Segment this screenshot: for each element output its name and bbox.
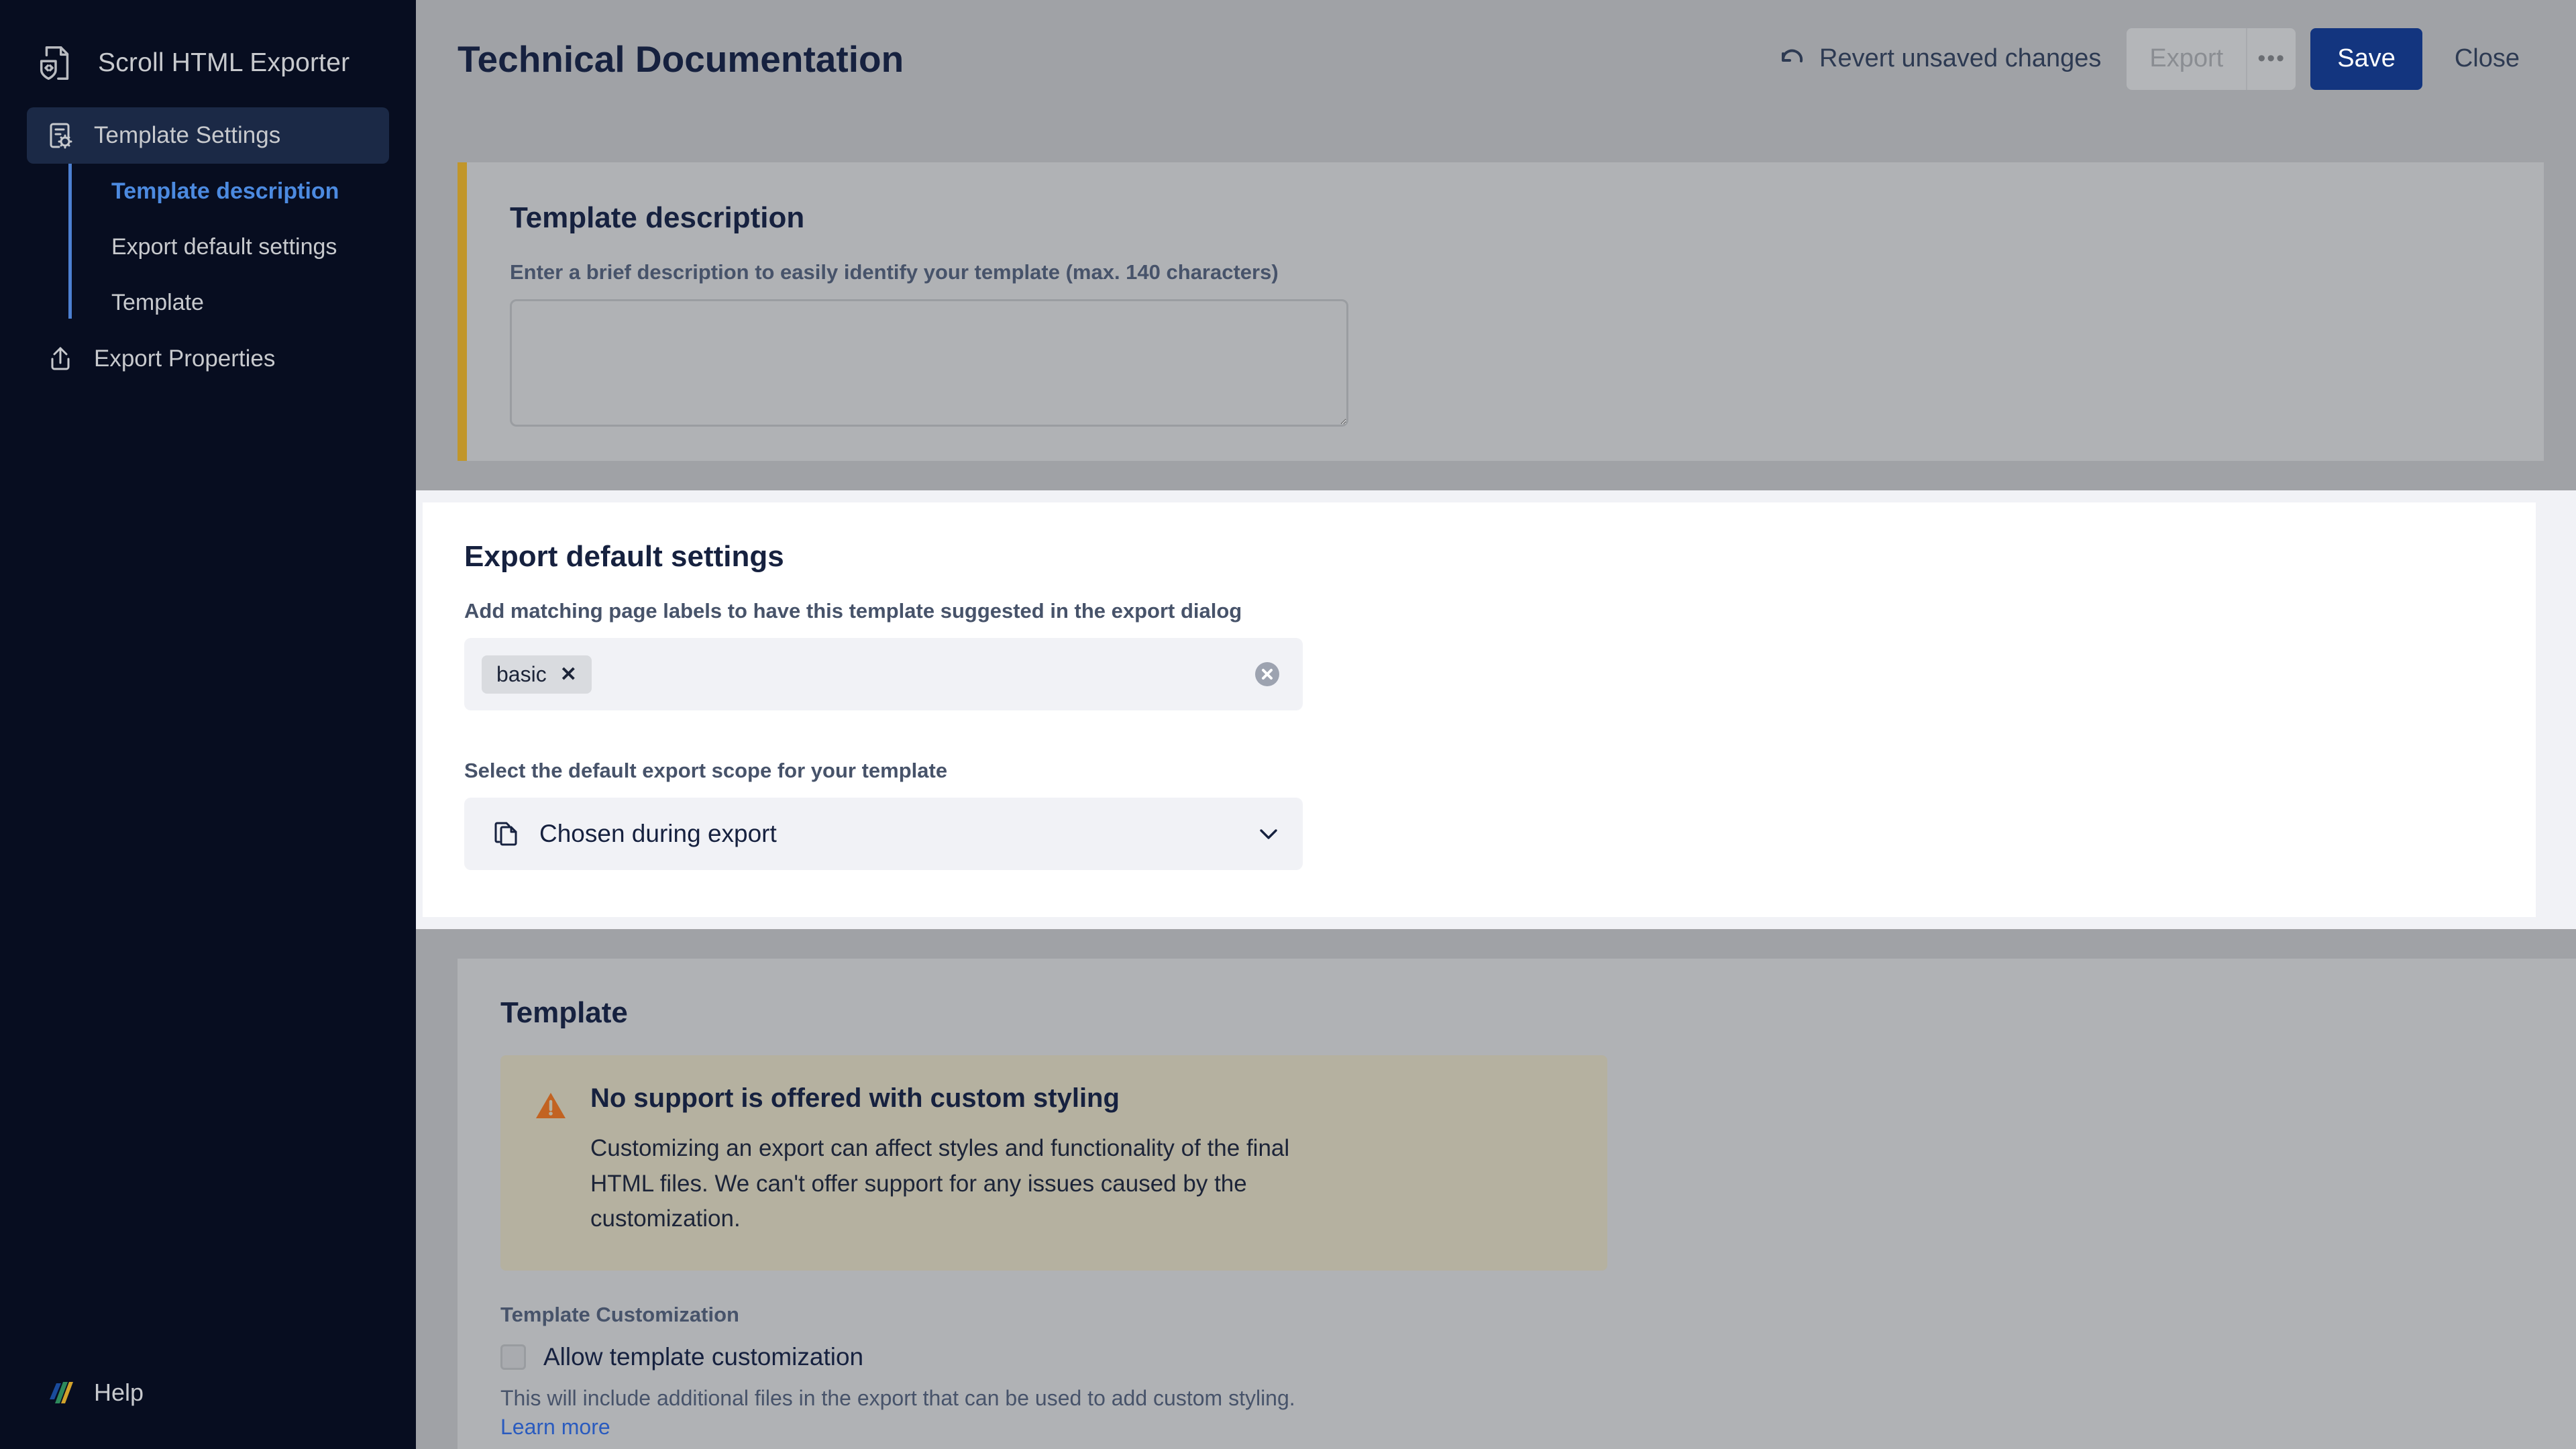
settings-content: Template description Enter a brief descr… <box>416 162 2576 1449</box>
page-title: Technical Documentation <box>458 38 904 80</box>
k15t-logo-icon <box>40 1375 75 1410</box>
sidebar-item-template-settings[interactable]: Template Settings <box>27 107 389 164</box>
template-card: Template No support is offered with cust… <box>458 959 2576 1449</box>
customization-help-text: This will include additional files in th… <box>500 1385 1295 1410</box>
sidebar-item-template[interactable]: Template <box>68 275 389 331</box>
export-upload-icon <box>44 343 76 375</box>
custom-styling-warning: No support is offered with custom stylin… <box>500 1055 1607 1271</box>
more-options-button[interactable]: ••• <box>2246 28 2296 90</box>
sidebar-subnav: Template description Export default sett… <box>68 164 389 331</box>
close-button[interactable]: Close <box>2434 28 2540 90</box>
brand-title: Scroll HTML Exporter <box>98 48 350 77</box>
sidebar-item-label: Template Settings <box>94 122 281 148</box>
sidebar-item-template-description[interactable]: Template description <box>68 164 389 219</box>
help-label: Help <box>94 1379 144 1406</box>
template-description-card: Template description Enter a brief descr… <box>458 162 2544 461</box>
template-description-field-label: Enter a brief description to easily iden… <box>510 260 1279 284</box>
tag-basic[interactable]: basic ✕ <box>482 655 592 694</box>
panel-spacer <box>464 710 2536 759</box>
export-default-settings-panel: Export default settings Add matching pag… <box>416 490 2576 929</box>
template-description-title: Template description <box>510 201 805 234</box>
document-shield-code-icon <box>35 42 76 84</box>
app-root: Scroll HTML Exporter Template Settings T… <box>0 0 2576 1449</box>
undo-arrow-icon <box>1778 45 1806 73</box>
revert-unsaved-changes-button[interactable]: Revert unsaved changes <box>1752 44 2127 73</box>
sidebar: Scroll HTML Exporter Template Settings T… <box>0 0 416 1449</box>
document-gear-icon <box>44 119 76 152</box>
template-description-input[interactable] <box>510 299 1348 427</box>
export-scope-field-label: Select the default export scope for your… <box>464 759 948 782</box>
tag-remove-icon[interactable]: ✕ <box>560 663 577 686</box>
template-section-title: Template <box>500 996 628 1029</box>
learn-more-link[interactable]: Learn more <box>500 1415 610 1439</box>
export-scope-select[interactable]: Chosen during export <box>464 798 1303 870</box>
help-button[interactable]: Help <box>0 1375 416 1449</box>
export-default-settings-inner: Export default settings Add matching pag… <box>423 502 2536 917</box>
tag-label: basic <box>496 661 547 686</box>
export-scope-value: Chosen during export <box>539 820 777 847</box>
save-button[interactable]: Save <box>2310 28 2422 90</box>
sidebar-nav: Template Settings Template description E… <box>0 94 416 387</box>
warning-title: No support is offered with custom stylin… <box>590 1083 1120 1113</box>
pages-copy-icon <box>491 819 521 849</box>
export-default-settings-title: Export default settings <box>464 540 784 573</box>
brand: Scroll HTML Exporter <box>0 0 416 94</box>
allow-template-customization-row[interactable]: Allow template customization <box>500 1343 2576 1371</box>
revert-label: Revert unsaved changes <box>1819 44 2102 72</box>
page-labels-input[interactable]: basic ✕ <box>464 638 1303 710</box>
warning-text-block: No support is offered with custom stylin… <box>590 1083 1342 1237</box>
allow-template-customization-label: Allow template customization <box>543 1342 864 1371</box>
top-bar-actions: Revert unsaved changes Export ••• Save C… <box>1752 28 2540 90</box>
template-customization-label: Template Customization <box>500 1302 739 1326</box>
allow-template-customization-checkbox[interactable] <box>500 1344 526 1370</box>
main-area: Technical Documentation Revert unsaved c… <box>416 0 2576 1449</box>
warning-triangle-icon <box>534 1089 568 1122</box>
top-bar: Technical Documentation Revert unsaved c… <box>416 0 2576 117</box>
sidebar-item-export-properties[interactable]: Export Properties <box>27 331 389 387</box>
chevron-down-icon <box>1256 821 1281 847</box>
sidebar-item-export-default-settings[interactable]: Export default settings <box>68 219 389 275</box>
clear-circle-icon[interactable] <box>1252 659 1283 690</box>
page-labels-field-label: Add matching page labels to have this te… <box>464 599 1242 623</box>
warning-body: Customizing an export can affect styles … <box>590 1135 1290 1232</box>
export-button[interactable]: Export <box>2127 28 2247 90</box>
sidebar-item-label: Export Properties <box>94 345 276 372</box>
